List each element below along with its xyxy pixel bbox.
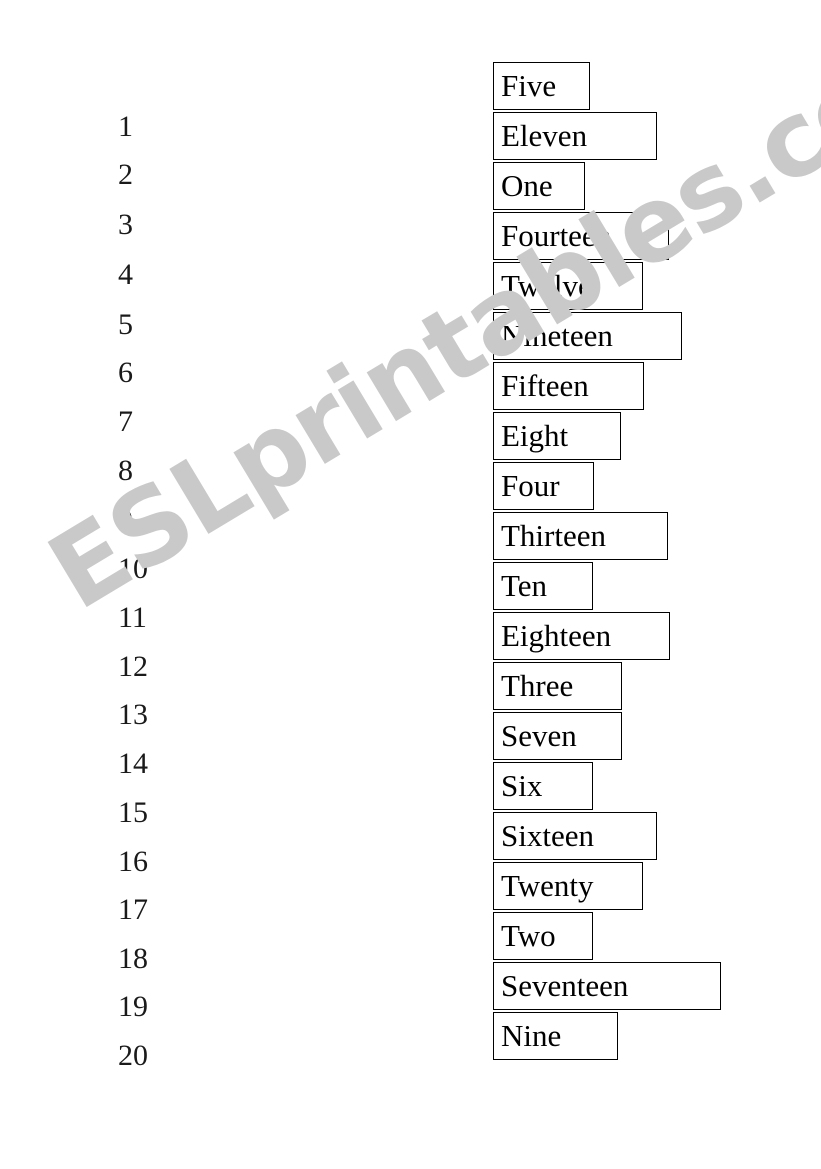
- word-box-label: One: [501, 168, 553, 203]
- word-box[interactable]: Seventeen: [493, 962, 721, 1010]
- list-number: 9: [118, 504, 133, 537]
- worksheet-page: ESLprintables.com 1 2 3 4 5 6 7 8 9 10 11 12 13 14 15 1…: [0, 0, 821, 1169]
- word-box-label: Twelve: [501, 268, 592, 303]
- word-box[interactable]: Three: [493, 662, 622, 710]
- word-box[interactable]: Four: [493, 462, 594, 510]
- list-number: 12: [118, 650, 148, 683]
- list-number: 17: [118, 893, 148, 926]
- word-box[interactable]: Twenty: [493, 862, 643, 910]
- word-box[interactable]: Fifteen: [493, 362, 644, 410]
- list-number: 18: [118, 942, 148, 975]
- word-box-label: Seventeen: [501, 968, 629, 1003]
- word-box[interactable]: Thirteen: [493, 512, 668, 560]
- word-box-label: Ten: [501, 568, 548, 603]
- word-box-label: Sixteen: [501, 818, 594, 853]
- word-box[interactable]: One: [493, 162, 585, 210]
- word-box-label: Five: [501, 68, 557, 103]
- word-box[interactable]: Fourteen: [493, 212, 669, 260]
- word-box-label: Twenty: [501, 868, 594, 903]
- word-box-label: Eighteen: [501, 618, 612, 653]
- word-box[interactable]: Two: [493, 912, 593, 960]
- list-number: 8: [118, 454, 133, 487]
- list-number: 11: [118, 601, 147, 634]
- word-box[interactable]: Eighteen: [493, 612, 670, 660]
- list-number: 16: [118, 845, 148, 878]
- list-number: 15: [118, 796, 148, 829]
- list-number: 4: [118, 258, 133, 291]
- list-number: 3: [118, 208, 133, 241]
- word-box[interactable]: Five: [493, 62, 590, 110]
- list-number: 19: [118, 990, 148, 1023]
- word-box-label: Nine: [501, 1018, 562, 1053]
- word-box-label: Fourteen: [501, 218, 612, 253]
- word-box-label: Seven: [501, 718, 577, 753]
- word-box[interactable]: Nine: [493, 1012, 618, 1060]
- word-box[interactable]: Six: [493, 762, 593, 810]
- word-box-label: Six: [501, 768, 543, 803]
- list-number: 6: [118, 356, 133, 389]
- list-number: 10: [118, 552, 148, 585]
- list-number: 1: [118, 110, 133, 143]
- list-number: 7: [118, 405, 133, 438]
- word-box[interactable]: Eleven: [493, 112, 657, 160]
- watermark-text: ESLprintables.com: [28, 0, 821, 634]
- word-box-label: Three: [501, 668, 574, 703]
- word-box[interactable]: Twelve: [493, 262, 643, 310]
- list-number: 13: [118, 698, 148, 731]
- word-box[interactable]: Eight: [493, 412, 621, 460]
- word-box-label: Fifteen: [501, 368, 589, 403]
- word-box[interactable]: Ten: [493, 562, 593, 610]
- word-box[interactable]: Sixteen: [493, 812, 657, 860]
- word-box-label: Nineteen: [501, 318, 613, 353]
- list-number: 5: [118, 308, 133, 341]
- word-box[interactable]: Seven: [493, 712, 622, 760]
- list-number: 14: [118, 747, 148, 780]
- word-box[interactable]: Nineteen: [493, 312, 682, 360]
- word-box-label: Four: [501, 468, 560, 503]
- list-number: 20: [118, 1039, 148, 1072]
- word-box-label: Eleven: [501, 118, 588, 153]
- list-number: 2: [118, 158, 133, 191]
- word-box-label: Thirteen: [501, 518, 607, 553]
- word-box-label: Eight: [501, 418, 569, 453]
- word-box-label: Two: [501, 918, 556, 953]
